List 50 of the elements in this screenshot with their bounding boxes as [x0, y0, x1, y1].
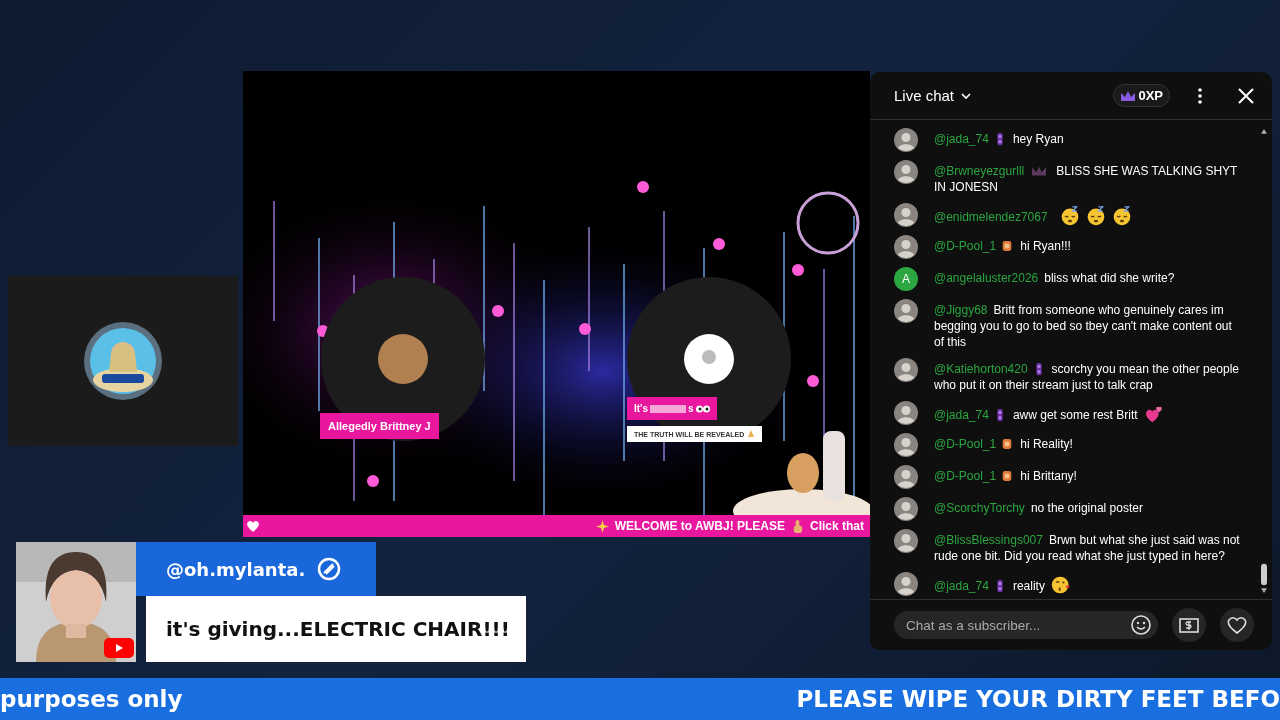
censor-bar	[650, 404, 687, 413]
avatar-icon	[894, 235, 918, 259]
kissing-face-icon	[1050, 575, 1071, 595]
chat-message: @BlissBlessings007 Brwn but what she just said was not rude one bit. Did you read what she just typed in here?	[934, 532, 1241, 564]
chat-message: @Jiggy68 Britt from someone who genuinely cares im begging you to go to bed so tbey can't make content out of this	[934, 302, 1233, 350]
verified-icon	[317, 557, 342, 581]
avatar-icon	[894, 203, 918, 227]
avatar-letter: A	[894, 267, 918, 291]
comment-text: it's giving...ELECTRIC CHAIR!!!	[146, 596, 526, 662]
chat-message: @ScorchyTorchy no the original poster	[934, 500, 1143, 516]
eyes-icon	[695, 404, 710, 413]
avatar-icon	[894, 299, 918, 323]
chat-message: @D-Pool_1 hi Brittany!	[934, 468, 1077, 484]
close-icon[interactable]	[1236, 85, 1256, 106]
hearts-icon	[1143, 404, 1164, 424]
chat-message: @Brwneyezgurlll BLISS SHE WAS TALKING SHYT IN JONESN	[934, 163, 1239, 195]
sleepy-face-icon	[1059, 206, 1080, 226]
avatar-icon	[894, 401, 918, 425]
chat-message: @jada_74 aww get some rest Britt	[934, 401, 1164, 424]
heart-icon	[1226, 614, 1248, 636]
avatar-icon	[894, 160, 918, 184]
chat-message: @jada_74 hey Ryan	[934, 131, 1064, 147]
chat-message: @enidmelendez7067	[934, 203, 1132, 226]
avatar-icon	[894, 497, 918, 521]
ticker-bar: WELCOME to AWBJ! PLEASE Click that	[243, 515, 870, 537]
chat-input-field[interactable]: Chat as a subscriber...	[894, 611, 1158, 639]
chat-message: @Katiehorton420 scorchy you mean the other people who put it on their stream just to talk crap	[934, 361, 1241, 393]
xp-button[interactable]: 0XP	[1113, 84, 1170, 107]
chat-message: @jada_74 reality	[934, 572, 1071, 595]
like-button[interactable]	[1220, 608, 1254, 642]
avatar-icon	[894, 529, 918, 553]
sleepy-face-icon	[1111, 206, 1132, 226]
chat-message: @D-Pool_1 hi Reality!	[934, 436, 1073, 452]
avatar-icon	[894, 465, 918, 489]
super-chat-button[interactable]	[1172, 608, 1206, 642]
chat-message: @angelaluster2026 bliss what did she write?	[934, 270, 1175, 286]
emoji-icon[interactable]	[1130, 614, 1152, 636]
chat-message: @D-Pool_1 hi Ryan!!!	[934, 238, 1071, 254]
sleepy-face-icon	[1085, 206, 1106, 226]
avatar-icon	[894, 128, 918, 152]
name-tag: Allegedly Brittney J	[320, 413, 439, 439]
name-tag: It's s	[627, 397, 717, 420]
chat-mode-dropdown[interactable]: Live chat	[894, 87, 973, 104]
scrolling-banner: purposes only PLEASE WIPE YOUR DIRTY FEET BEFO	[0, 678, 1280, 720]
crown-icon	[1120, 89, 1137, 102]
play-logo-icon	[104, 638, 134, 658]
avatar-icon	[894, 358, 918, 382]
avatar-icon	[894, 572, 918, 596]
author-name: @oh.mylanta.	[166, 558, 306, 580]
avatar-icon	[894, 433, 918, 457]
